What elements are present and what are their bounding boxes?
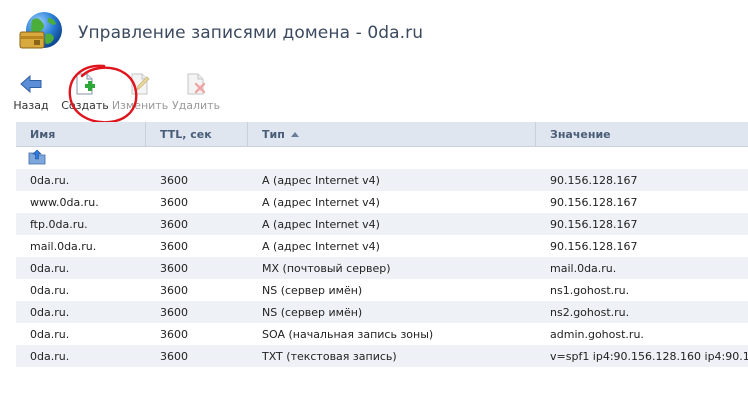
cell-value: 90.156.128.167: [550, 217, 638, 231]
table-row[interactable]: www.0da.ru. 3600 A (адрес Internet v4) 9…: [16, 191, 748, 213]
cell-type: A (адрес Internet v4): [262, 239, 380, 253]
folder-up-icon[interactable]: [28, 149, 46, 168]
table-row[interactable]: 0da.ru. 3600 A (адрес Internet v4) 90.15…: [16, 169, 748, 191]
cell-value: ns1.gohost.ru.: [550, 283, 630, 297]
cell-type: A (адрес Internet v4): [262, 195, 380, 209]
delete-label: Удалить: [171, 99, 221, 112]
cell-ttl: 3600: [160, 217, 188, 231]
delete-document-icon: [184, 72, 208, 96]
cell-ttl: 3600: [160, 239, 188, 253]
cell-name: 0da.ru.: [30, 349, 70, 363]
table-row[interactable]: 0da.ru. 3600 SOA (начальная запись зоны)…: [16, 323, 748, 345]
cell-value: 90.156.128.167: [550, 239, 638, 253]
cell-name: mail.0da.ru.: [30, 239, 97, 253]
column-header-type[interactable]: Тип: [248, 122, 536, 146]
cell-name: 0da.ru.: [30, 327, 70, 341]
table-body: 0da.ru. 3600 A (адрес Internet v4) 90.15…: [16, 169, 748, 367]
dns-records-table: Имя TTL, сек Тип Значение 0da.ru. 3600 A…: [16, 122, 748, 367]
cell-value: mail.0da.ru.: [550, 261, 617, 275]
cell-name: 0da.ru.: [30, 173, 70, 187]
cell-ttl: 3600: [160, 261, 188, 275]
table-row[interactable]: mail.0da.ru. 3600 A (адрес Internet v4) …: [16, 235, 748, 257]
table-row[interactable]: 0da.ru. 3600 TXT (текстовая запись) v=sp…: [16, 345, 748, 367]
back-button[interactable]: Назад: [13, 72, 49, 114]
create-button[interactable]: Создать: [61, 72, 109, 114]
cell-name: ftp.0da.ru.: [30, 217, 88, 231]
cell-name: 0da.ru.: [30, 283, 70, 297]
cell-name: www.0da.ru.: [30, 195, 99, 209]
cell-type: A (адрес Internet v4): [262, 173, 380, 187]
column-header-value[interactable]: Значение: [536, 122, 748, 146]
toolbar: Назад Создать Изменить Удалить: [13, 72, 230, 114]
page-title: Управление записями домена - 0da.ru: [78, 23, 424, 43]
cell-type: SOA (начальная запись зоны): [262, 327, 434, 341]
cell-type: A (адрес Internet v4): [262, 217, 380, 231]
table-row[interactable]: 0da.ru. 3600 MX (почтовый сервер) mail.0…: [16, 257, 748, 279]
cell-value: 90.156.128.167: [550, 195, 638, 209]
create-label: Создать: [61, 99, 109, 112]
edit-button[interactable]: Изменить: [112, 72, 168, 114]
cell-type: TXT (текстовая запись): [262, 349, 397, 363]
cell-value: 90.156.128.167: [550, 173, 638, 187]
cell-type: MX (почтовый сервер): [262, 261, 391, 275]
table-row[interactable]: ftp.0da.ru. 3600 A (адрес Internet v4) 9…: [16, 213, 748, 235]
back-arrow-icon: [19, 72, 43, 96]
cell-type: NS (сервер имён): [262, 305, 363, 319]
column-header-ttl[interactable]: TTL, сек: [146, 122, 248, 146]
cell-name: 0da.ru.: [30, 305, 70, 319]
table-row[interactable]: 0da.ru. 3600 NS (сервер имён) ns1.gohost…: [16, 279, 748, 301]
cell-type: NS (сервер имён): [262, 283, 363, 297]
cell-ttl: 3600: [160, 327, 188, 341]
table-row[interactable]: 0da.ru. 3600 NS (сервер имён) ns2.gohost…: [16, 301, 748, 323]
cell-value: ns2.gohost.ru.: [550, 305, 630, 319]
folder-up-row[interactable]: [16, 147, 748, 169]
cell-name: 0da.ru.: [30, 261, 70, 275]
cell-ttl: 3600: [160, 283, 188, 297]
edit-document-icon: [128, 72, 152, 96]
cell-ttl: 3600: [160, 349, 188, 363]
column-header-name[interactable]: Имя: [16, 122, 146, 146]
globe-domain-icon: [16, 10, 64, 56]
new-document-icon: [73, 72, 97, 96]
cell-value: admin.gohost.ru.: [550, 327, 644, 341]
cell-value: v=spf1 ip4:90.156.128.160 ip4:90.156.12: [550, 349, 748, 363]
back-label: Назад: [13, 99, 49, 112]
edit-label: Изменить: [111, 99, 169, 112]
page-header: Управление записями домена - 0da.ru: [16, 10, 736, 56]
cell-ttl: 3600: [160, 173, 188, 187]
cell-ttl: 3600: [160, 195, 188, 209]
delete-button[interactable]: Удалить: [171, 72, 221, 114]
sort-ascending-icon: [290, 131, 299, 137]
cell-ttl: 3600: [160, 305, 188, 319]
table-header: Имя TTL, сек Тип Значение: [16, 122, 748, 147]
